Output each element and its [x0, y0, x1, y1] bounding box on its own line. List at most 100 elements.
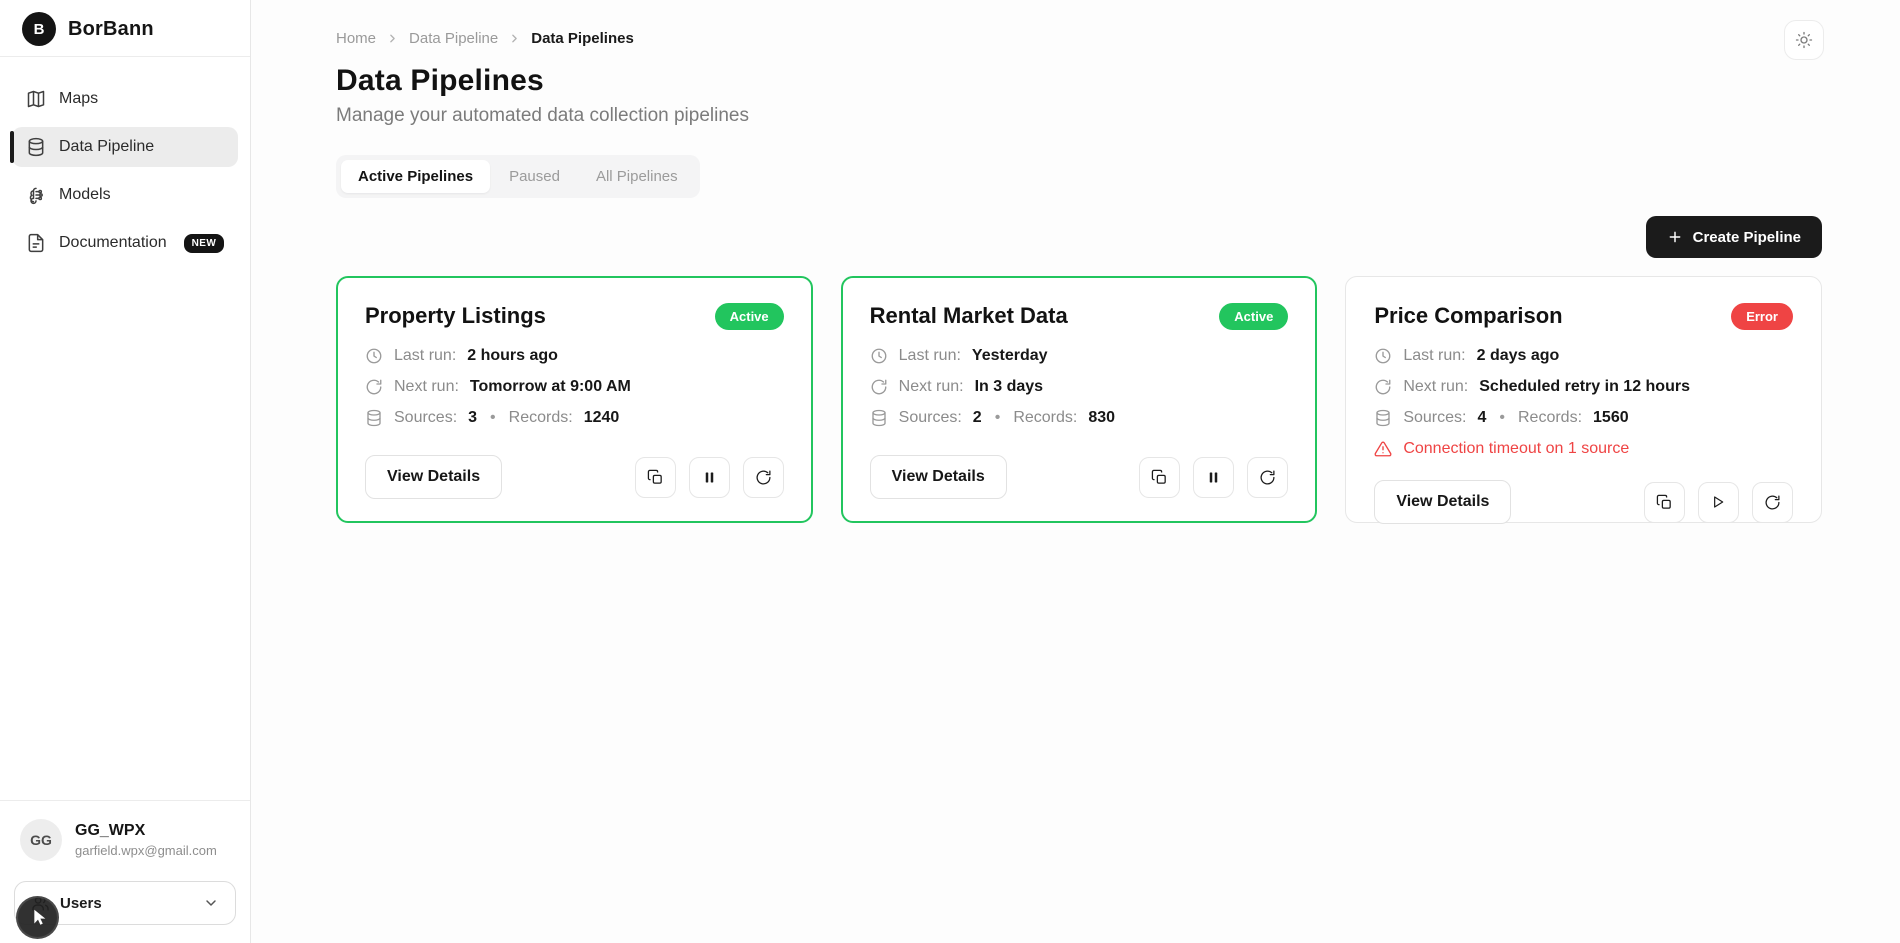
refresh-icon — [870, 378, 888, 396]
role-selector-value: Users — [60, 895, 102, 912]
tab-active-pipelines[interactable]: Active Pipelines — [341, 160, 490, 193]
app-name: BorBann — [68, 18, 154, 41]
new-badge: NEW — [184, 234, 225, 253]
user-email: garfield.wpx@gmail.com — [75, 843, 217, 858]
document-icon — [26, 233, 46, 253]
sun-icon — [1795, 31, 1813, 49]
records-label: Records: — [1013, 409, 1077, 427]
breadcrumb-current: Data Pipelines — [531, 30, 634, 47]
sidebar-item-data-pipeline[interactable]: Data Pipeline — [12, 127, 238, 167]
breadcrumb: Home Data Pipeline Data Pipelines — [336, 30, 1822, 47]
refresh-icon — [755, 469, 772, 486]
last-run-value: 2 hours ago — [467, 347, 558, 365]
avatar: GG — [20, 819, 62, 861]
refresh-icon — [365, 378, 383, 396]
warning-icon — [1374, 440, 1392, 458]
pause-icon — [702, 470, 717, 485]
duplicate-button[interactable] — [1139, 457, 1180, 498]
logo-icon: B — [22, 12, 56, 46]
last-run-row: Last run: 2 hours ago — [365, 347, 784, 365]
sidebar-item-models[interactable]: Models — [12, 175, 238, 215]
page-subtitle: Manage your automated data collection pi… — [336, 105, 1822, 127]
pipeline-card-rental-market-data: Rental Market Data Active Last run: Yest… — [841, 276, 1318, 523]
tab-paused[interactable]: Paused — [492, 160, 577, 193]
pipeline-error-message-row: Connection timeout on 1 source — [1374, 440, 1793, 458]
last-run-row: Last run: Yesterday — [870, 347, 1289, 365]
last-run-value: 2 days ago — [1477, 347, 1560, 365]
copy-icon — [1151, 469, 1168, 486]
copy-icon — [647, 469, 664, 486]
next-run-label: Next run: — [394, 378, 459, 396]
sources-label: Sources: — [1403, 409, 1466, 427]
pipeline-name: Rental Market Data — [870, 303, 1068, 329]
create-pipeline-button[interactable]: Create Pipeline — [1646, 216, 1822, 258]
user-profile[interactable]: GG GG_WPX garfield.wpx@gmail.com — [0, 800, 250, 873]
dot-separator: • — [490, 409, 496, 427]
refresh-icon — [1259, 469, 1276, 486]
user-name: GG_WPX — [75, 822, 217, 840]
pipeline-cards: Property Listings Active Last run: 2 hou… — [336, 276, 1822, 523]
last-run-label: Last run: — [394, 347, 456, 365]
tab-all-pipelines[interactable]: All Pipelines — [579, 160, 695, 193]
refresh-button[interactable] — [1752, 482, 1793, 523]
sources-label: Sources: — [899, 409, 962, 427]
refresh-button[interactable] — [1247, 457, 1288, 498]
next-run-row: Next run: In 3 days — [870, 378, 1289, 396]
pause-button[interactable] — [1193, 457, 1234, 498]
sidebar-item-label: Models — [59, 186, 111, 204]
status-badge: Error — [1731, 303, 1793, 330]
play-icon — [1710, 494, 1726, 510]
clock-icon — [870, 347, 888, 365]
chevron-down-icon — [203, 895, 219, 911]
pipeline-card-price-comparison: Price Comparison Error Last run: 2 days … — [1345, 276, 1822, 523]
pipeline-card-property-listings: Property Listings Active Last run: 2 hou… — [336, 276, 813, 523]
plus-icon — [1667, 229, 1683, 245]
status-badge: Active — [1219, 303, 1288, 330]
refresh-button[interactable] — [743, 457, 784, 498]
run-button[interactable] — [1698, 482, 1739, 523]
chevron-right-icon — [386, 32, 399, 45]
view-details-button[interactable]: View Details — [870, 455, 1007, 499]
records-value: 1560 — [1593, 409, 1629, 427]
pipeline-name: Price Comparison — [1374, 303, 1562, 329]
sources-label: Sources: — [394, 409, 457, 427]
sources-value: 2 — [973, 409, 982, 427]
database-icon — [26, 137, 46, 157]
duplicate-button[interactable] — [635, 457, 676, 498]
records-label: Records: — [1518, 409, 1582, 427]
page-title: Data Pipelines — [336, 64, 1822, 98]
refresh-icon — [1764, 494, 1781, 511]
sources-value: 4 — [1477, 409, 1486, 427]
pause-icon — [1206, 470, 1221, 485]
view-details-button[interactable]: View Details — [365, 455, 502, 499]
sources-records-row: Sources: 3 • Records: 1240 — [365, 409, 784, 427]
database-icon — [1374, 409, 1392, 427]
sidebar-item-label: Maps — [59, 90, 98, 108]
last-run-row: Last run: 2 days ago — [1374, 347, 1793, 365]
main-content: Home Data Pipeline Data Pipelines Data P… — [251, 0, 1900, 943]
view-details-button[interactable]: View Details — [1374, 480, 1511, 524]
last-run-value: Yesterday — [972, 347, 1048, 365]
database-icon — [870, 409, 888, 427]
pipeline-tabs: Active Pipelines Paused All Pipelines — [336, 155, 700, 198]
last-run-label: Last run: — [1403, 347, 1465, 365]
sidebar-nav: Maps Data Pipeline Models Documentation … — [0, 57, 250, 263]
records-label: Records: — [509, 409, 573, 427]
database-icon — [365, 409, 383, 427]
next-run-value: Scheduled retry in 12 hours — [1479, 378, 1690, 396]
dot-separator: • — [1499, 409, 1505, 427]
breadcrumb-data-pipeline[interactable]: Data Pipeline — [409, 30, 498, 47]
sidebar-item-maps[interactable]: Maps — [12, 79, 238, 119]
sidebar-item-documentation[interactable]: Documentation NEW — [12, 223, 238, 263]
duplicate-button[interactable] — [1644, 482, 1685, 523]
app-logo: B BorBann — [0, 0, 250, 57]
clock-icon — [365, 347, 383, 365]
pause-button[interactable] — [689, 457, 730, 498]
chevron-right-icon — [508, 32, 521, 45]
create-pipeline-label: Create Pipeline — [1693, 229, 1801, 246]
sources-records-row: Sources: 2 • Records: 830 — [870, 409, 1289, 427]
theme-toggle-button[interactable] — [1784, 20, 1824, 60]
cursor-indicator — [16, 896, 59, 939]
breadcrumb-home[interactable]: Home — [336, 30, 376, 47]
last-run-label: Last run: — [899, 347, 961, 365]
